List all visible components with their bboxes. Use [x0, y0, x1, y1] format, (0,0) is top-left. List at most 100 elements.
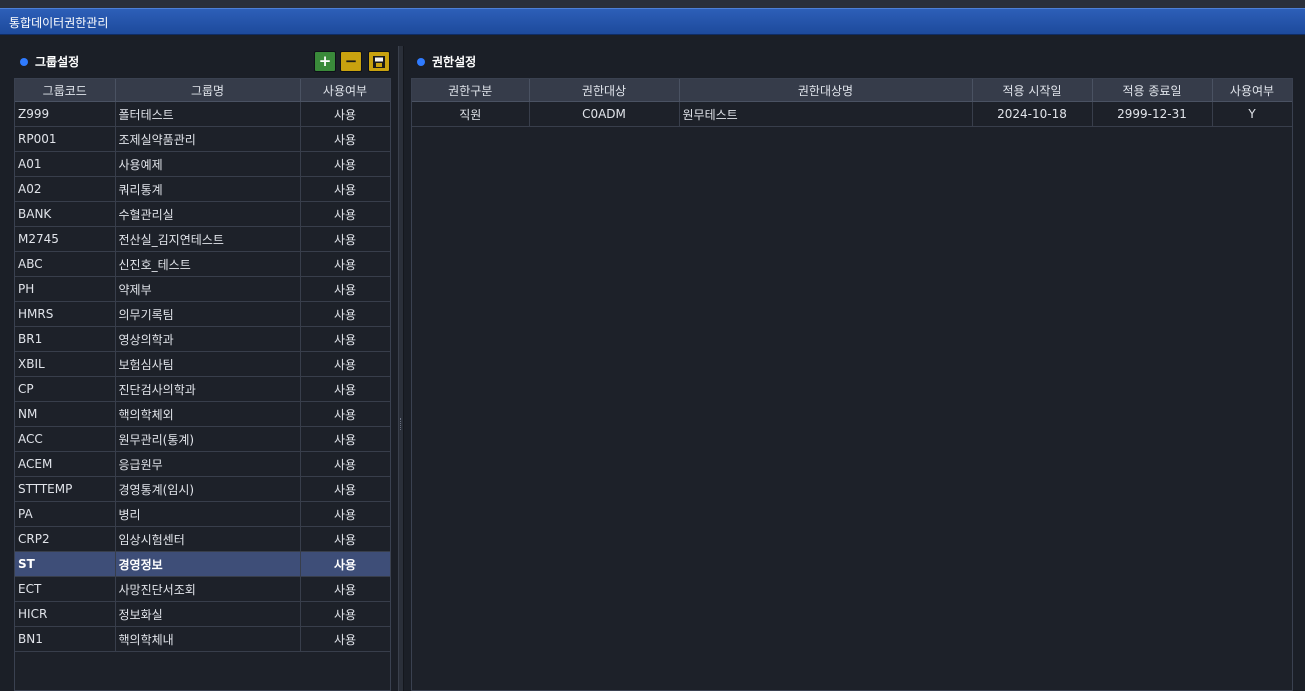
- use-status-cell[interactable]: 사용: [300, 526, 390, 552]
- use-status-cell[interactable]: 사용: [300, 501, 390, 527]
- group-code-cell[interactable]: A01: [15, 151, 116, 177]
- use-status-cell[interactable]: 사용: [300, 426, 390, 452]
- end-date-cell[interactable]: 2999-12-31: [1092, 101, 1213, 127]
- group-name-cell[interactable]: 정보화실: [115, 601, 301, 627]
- group-code-cell[interactable]: ACC: [15, 426, 116, 452]
- group-code-cell[interactable]: RP001: [15, 126, 116, 152]
- table-row[interactable]: BR1 영상의학과 사용: [15, 326, 390, 352]
- group-code-cell[interactable]: CRP2: [15, 526, 116, 552]
- table-row[interactable]: A01 사용예제 사용: [15, 151, 390, 177]
- column-header-group-name[interactable]: 그룹명: [115, 79, 301, 102]
- group-code-cell[interactable]: CP: [15, 376, 116, 402]
- table-row[interactable]: HICR 정보화실 사용: [15, 601, 390, 627]
- column-header-group-code[interactable]: 그룹코드: [15, 79, 116, 102]
- group-code-cell[interactable]: BN1: [15, 626, 116, 652]
- table-row[interactable]: STTTEMP 경영통계(임시) 사용: [15, 476, 390, 502]
- table-row[interactable]: HMRS 의무기록팀 사용: [15, 301, 390, 327]
- use-status-cell[interactable]: 사용: [300, 251, 390, 277]
- group-name-cell[interactable]: 쿼리통계: [115, 176, 301, 202]
- column-header-auth-type[interactable]: 권한구분: [412, 79, 530, 102]
- group-code-cell[interactable]: XBIL: [15, 351, 116, 377]
- use-status-cell[interactable]: 사용: [300, 201, 390, 227]
- group-name-cell[interactable]: 임상시험센터: [115, 526, 301, 552]
- table-row[interactable]: BN1 핵의학체내 사용: [15, 626, 390, 652]
- table-row[interactable]: BANK 수혈관리실 사용: [15, 201, 390, 227]
- group-code-cell[interactable]: NM: [15, 401, 116, 427]
- column-header-start-date[interactable]: 적용 시작일: [972, 79, 1093, 102]
- table-row[interactable]: ABC 신진호_테스트 사용: [15, 251, 390, 277]
- auth-target-cell[interactable]: C0ADM: [529, 101, 680, 127]
- use-flag-cell[interactable]: Y: [1212, 101, 1292, 127]
- table-row[interactable]: ST 경영정보 사용: [15, 551, 390, 577]
- group-code-cell[interactable]: ACEM: [15, 451, 116, 477]
- table-row[interactable]: NM 핵의학체외 사용: [15, 401, 390, 427]
- group-name-cell[interactable]: 진단검사의학과: [115, 376, 301, 402]
- group-code-cell[interactable]: ABC: [15, 251, 116, 277]
- group-name-cell[interactable]: 신진호_테스트: [115, 251, 301, 277]
- group-code-cell[interactable]: ST: [15, 551, 116, 577]
- use-status-cell[interactable]: 사용: [300, 551, 390, 577]
- group-name-cell[interactable]: 원무관리(통계): [115, 426, 301, 452]
- table-row[interactable]: PH 약제부 사용: [15, 276, 390, 302]
- add-group-button[interactable]: +: [314, 51, 336, 72]
- use-status-cell[interactable]: 사용: [300, 101, 390, 127]
- auth-type-cell[interactable]: 직원: [412, 101, 530, 127]
- use-status-cell[interactable]: 사용: [300, 326, 390, 352]
- use-status-cell[interactable]: 사용: [300, 576, 390, 602]
- use-status-cell[interactable]: 사용: [300, 451, 390, 477]
- use-status-cell[interactable]: 사용: [300, 126, 390, 152]
- remove-group-button[interactable]: −: [340, 51, 362, 72]
- table-row[interactable]: ECT 사망진단서조회 사용: [15, 576, 390, 602]
- table-row[interactable]: Z999 폴터테스트 사용: [15, 101, 390, 127]
- table-row[interactable]: CP 진단검사의학과 사용: [15, 376, 390, 402]
- table-row[interactable]: M2745 전산실_김지연테스트 사용: [15, 226, 390, 252]
- column-header-auth-target-name[interactable]: 권한대상명: [679, 79, 973, 102]
- use-status-cell[interactable]: 사용: [300, 376, 390, 402]
- group-name-cell[interactable]: 보험심사팀: [115, 351, 301, 377]
- group-name-cell[interactable]: 병리: [115, 501, 301, 527]
- group-code-cell[interactable]: A02: [15, 176, 116, 202]
- group-code-cell[interactable]: BANK: [15, 201, 116, 227]
- table-row[interactable]: ACC 원무관리(통계) 사용: [15, 426, 390, 452]
- column-header-use-flag[interactable]: 사용여부: [1212, 79, 1292, 102]
- table-row[interactable]: RP001 조제실약품관리 사용: [15, 126, 390, 152]
- auth-target-name-cell[interactable]: 원무테스트: [679, 101, 973, 127]
- column-header-auth-target[interactable]: 권한대상: [529, 79, 680, 102]
- table-row[interactable]: A02 쿼리통계 사용: [15, 176, 390, 202]
- group-name-cell[interactable]: 핵의학체외: [115, 401, 301, 427]
- use-status-cell[interactable]: 사용: [300, 401, 390, 427]
- table-row[interactable]: 직원 C0ADM 원무테스트 2024-10-18 2999-12-31 Y: [412, 101, 1292, 127]
- group-code-cell[interactable]: PH: [15, 276, 116, 302]
- group-name-cell[interactable]: 조제실약품관리: [115, 126, 301, 152]
- group-code-cell[interactable]: STTTEMP: [15, 476, 116, 502]
- group-name-cell[interactable]: 경영정보: [115, 551, 301, 577]
- use-status-cell[interactable]: 사용: [300, 476, 390, 502]
- use-status-cell[interactable]: 사용: [300, 176, 390, 202]
- group-name-cell[interactable]: 응급원무: [115, 451, 301, 477]
- group-code-cell[interactable]: Z999: [15, 101, 116, 127]
- use-status-cell[interactable]: 사용: [300, 601, 390, 627]
- use-status-cell[interactable]: 사용: [300, 626, 390, 652]
- group-name-cell[interactable]: 사망진단서조회: [115, 576, 301, 602]
- group-name-cell[interactable]: 수혈관리실: [115, 201, 301, 227]
- group-code-cell[interactable]: M2745: [15, 226, 116, 252]
- panel-splitter[interactable]: [398, 46, 404, 691]
- group-code-cell[interactable]: HICR: [15, 601, 116, 627]
- group-name-cell[interactable]: 전산실_김지연테스트: [115, 226, 301, 252]
- table-row[interactable]: ACEM 응급원무 사용: [15, 451, 390, 477]
- group-name-cell[interactable]: 사용예제: [115, 151, 301, 177]
- group-name-cell[interactable]: 경영통계(임시): [115, 476, 301, 502]
- group-name-cell[interactable]: 핵의학체내: [115, 626, 301, 652]
- start-date-cell[interactable]: 2024-10-18: [972, 101, 1093, 127]
- save-group-button[interactable]: [368, 51, 390, 72]
- group-name-cell[interactable]: 영상의학과: [115, 326, 301, 352]
- table-row[interactable]: XBIL 보험심사팀 사용: [15, 351, 390, 377]
- group-name-cell[interactable]: 약제부: [115, 276, 301, 302]
- column-header-end-date[interactable]: 적용 종료일: [1092, 79, 1213, 102]
- use-status-cell[interactable]: 사용: [300, 351, 390, 377]
- group-code-cell[interactable]: PA: [15, 501, 116, 527]
- table-row[interactable]: CRP2 임상시험센터 사용: [15, 526, 390, 552]
- use-status-cell[interactable]: 사용: [300, 226, 390, 252]
- group-code-cell[interactable]: BR1: [15, 326, 116, 352]
- column-header-use-status[interactable]: 사용여부: [300, 79, 390, 102]
